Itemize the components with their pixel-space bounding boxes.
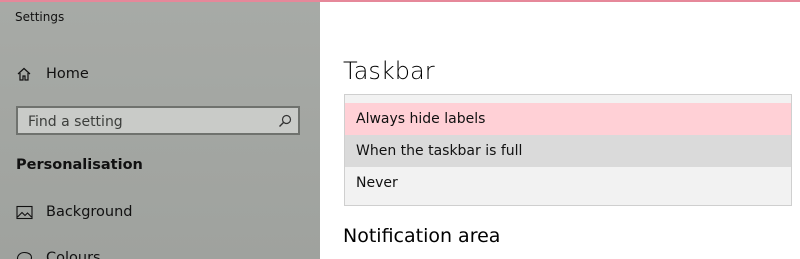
option-label: When the taskbar is full [356, 143, 523, 159]
sidebar-item-label: Home [46, 66, 89, 82]
sidebar: Settings Home Personalisation Background [0, 2, 320, 259]
option-label: Never [356, 175, 398, 191]
sidebar-item-label: Colours [46, 250, 101, 259]
picture-icon [16, 205, 33, 219]
dropdown-option-always-hide-labels[interactable]: Always hide labels [345, 103, 791, 135]
sidebar-item-background[interactable]: Background [16, 201, 133, 223]
palette-icon [16, 251, 33, 259]
search-box[interactable] [16, 106, 300, 135]
search-input[interactable] [28, 112, 268, 131]
settings-window: Settings Home Personalisation Background [0, 0, 800, 259]
app-title: Settings [15, 10, 65, 24]
sidebar-item-label: Background [46, 204, 133, 220]
sidebar-item-colours[interactable]: Colours [16, 247, 101, 259]
main-content: Taskbar Always hide labels When the task… [320, 2, 800, 259]
taskbar-labels-dropdown[interactable]: Always hide labels When the taskbar is f… [344, 94, 792, 206]
dropdown-option-never[interactable]: Never [345, 167, 791, 199]
notification-area-heading: Notification area [343, 225, 501, 247]
sidebar-item-home[interactable]: Home [16, 64, 89, 84]
dropdown-option-when-taskbar-full[interactable]: When the taskbar is full [345, 135, 791, 167]
page-title: Taskbar [343, 57, 435, 85]
option-label: Always hide labels [356, 111, 486, 127]
search-icon[interactable] [277, 113, 293, 129]
home-icon [17, 67, 31, 81]
section-title: Personalisation [16, 157, 143, 173]
